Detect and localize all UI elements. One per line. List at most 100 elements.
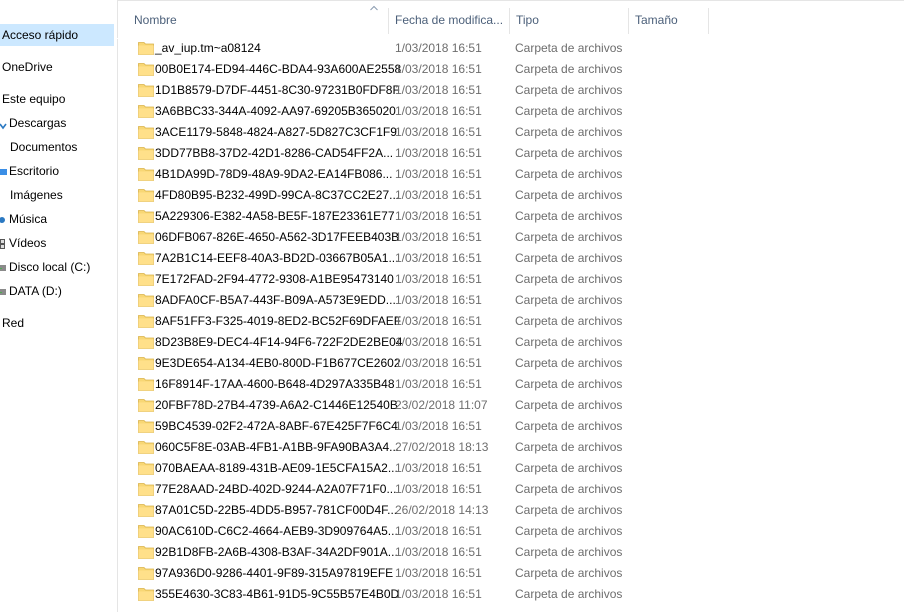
sidebar-item[interactable]: Música — [0, 208, 47, 230]
table-row[interactable]: 3DD77BB8-37D2-42D1-8286-CAD54FF2A... 1/03… — [117, 143, 904, 164]
folder-icon — [138, 440, 154, 454]
file-date: 1/03/2018 16:51 — [395, 482, 482, 496]
sidebar-item[interactable]: Vídeos — [0, 232, 46, 254]
column-header-size[interactable]: Tamaño — [629, 8, 709, 36]
file-name[interactable]: 92B1D8FB-2A6B-4308-B3AF-34A2DF901A... — [155, 542, 398, 563]
file-type: Carpeta de archivos — [515, 377, 623, 391]
file-name[interactable]: 4FD80B95-B232-499D-99CA-8C37CC2E27... — [155, 185, 399, 206]
table-row[interactable]: 355E4630-3C83-4B61-91D5-9C55B57E4B0D 1/03… — [117, 584, 904, 605]
file-name[interactable]: 00B0E174-ED94-446C-BDA4-93A600AE2558 — [155, 59, 401, 80]
file-date: 1/03/2018 16:51 — [395, 587, 482, 601]
sidebar-item[interactable]: Acceso rápido — [0, 24, 114, 46]
file-name[interactable]: 060C5F8E-03AB-4FB1-A1BB-9FA90BA3A4... — [155, 437, 399, 458]
table-row[interactable]: 4FD80B95-B232-499D-99CA-8C37CC2E27... 1/0… — [117, 185, 904, 206]
table-row[interactable]: 070BAEAA-8189-431B-AE09-1E5CFA15A2... 1/0… — [117, 458, 904, 479]
table-row[interactable]: 1D1B8579-D7DF-4451-8C30-97231B0FDF8F 1/03… — [117, 80, 904, 101]
file-date: 1/03/2018 16:51 — [395, 83, 482, 97]
file-type: Carpeta de archivos — [515, 314, 623, 328]
file-date: 1/03/2018 16:51 — [395, 167, 482, 181]
table-row[interactable]: 7A2B1C14-EEF8-40A3-BD2D-03667B05A1... 1/0… — [117, 248, 904, 269]
table-row[interactable]: 9E3DE654-A134-4EB0-800D-F1B677CE2602 1/03… — [117, 353, 904, 374]
table-row[interactable]: 92B1D8FB-2A6B-4308-B3AF-34A2DF901A... 1/0… — [117, 542, 904, 563]
file-date: 1/03/2018 16:51 — [395, 566, 482, 580]
column-divider[interactable] — [708, 8, 709, 34]
file-type: Carpeta de archivos — [515, 398, 623, 412]
file-date: 1/03/2018 16:51 — [395, 125, 482, 139]
file-name[interactable]: 7E172FAD-2F94-4772-9308-A1BE95473140 — [155, 269, 394, 290]
table-row[interactable]: 5A229306-E382-4A58-BE5F-187E23361E77 1/03… — [117, 206, 904, 227]
sidebar-item[interactable]: Este equipo — [0, 88, 65, 110]
table-row[interactable]: 90AC610D-C6C2-4664-AEB9-3D909764A5... 1/0… — [117, 521, 904, 542]
table-row[interactable]: 00B0E174-ED94-446C-BDA4-93A600AE2558 1/03… — [117, 59, 904, 80]
file-date: 1/03/2018 16:51 — [395, 272, 482, 286]
file-type: Carpeta de archivos — [515, 251, 623, 265]
file-name[interactable]: 355E4630-3C83-4B61-91D5-9C55B57E4B0D — [155, 584, 399, 605]
file-name[interactable]: 7A2B1C14-EEF8-40A3-BD2D-03667B05A1... — [155, 248, 398, 269]
file-type: Carpeta de archivos — [515, 230, 623, 244]
table-row[interactable]: 3ACE1179-5848-4824-A827-5D827C3CF1F9 1/03… — [117, 122, 904, 143]
file-name[interactable]: 8AF51FF3-F325-4019-8ED2-BC52F69DFAEF — [155, 311, 401, 332]
file-name[interactable]: 06DFB067-826E-4650-A562-3D17FEEB403B — [155, 227, 399, 248]
file-name[interactable]: 3DD77BB8-37D2-42D1-8286-CAD54FF2A... — [155, 143, 393, 164]
table-row[interactable]: 77E28AAD-24BD-402D-9244-A2A07F71F0... 1/0… — [117, 479, 904, 500]
file-name[interactable]: 8D23B8E9-DEC4-4F14-94F6-722F2DE2BE04 — [155, 332, 402, 353]
folder-icon — [138, 125, 154, 139]
file-name[interactable]: 1D1B8579-D7DF-4451-8C30-97231B0FDF8F — [155, 80, 400, 101]
table-row[interactable]: 7E172FAD-2F94-4772-9308-A1BE95473140 1/03… — [117, 269, 904, 290]
file-name[interactable]: 87A01C5D-22B5-4DD5-B957-781CF00D4F... — [155, 500, 397, 521]
file-type: Carpeta de archivos — [515, 419, 623, 433]
file-name[interactable]: 3A6BBC33-344A-4092-AA97-69205B365020 — [155, 101, 396, 122]
folder-icon — [138, 419, 154, 433]
column-header-type[interactable]: Tipo — [510, 8, 628, 36]
sidebar-item-label: Acceso rápido — [2, 28, 79, 42]
file-name[interactable]: 97A936D0-9286-4401-9F89-315A97819EFE — [155, 563, 393, 584]
sidebar-item[interactable]: Documentos — [0, 136, 77, 158]
table-row[interactable]: 060C5F8E-03AB-4FB1-A1BB-9FA90BA3A4... 27/… — [117, 437, 904, 458]
file-name[interactable]: 3ACE1179-5848-4824-A827-5D827C3CF1F9 — [155, 122, 397, 143]
file-name[interactable]: _av_iup.tm~a08124 — [155, 38, 261, 59]
sidebar-item[interactable]: Imágenes — [0, 184, 63, 206]
file-name[interactable]: 4B1DA99D-78D9-48A9-9DA2-EA14FB086... — [155, 164, 392, 185]
file-name[interactable]: 20FBF78D-27B4-4739-A6A2-C1446E12540B — [155, 395, 398, 416]
table-row[interactable]: 8ADFA0CF-B5A7-443F-B09A-A573E9EDD... 1/03… — [117, 290, 904, 311]
sidebar-item[interactable]: Escritorio — [0, 160, 59, 182]
file-date: 1/03/2018 16:51 — [395, 62, 482, 76]
table-row[interactable]: 06DFB067-826E-4650-A562-3D17FEEB403B 1/03… — [117, 227, 904, 248]
table-row[interactable]: 8D23B8E9-DEC4-4F14-94F6-722F2DE2BE04 1/03… — [117, 332, 904, 353]
file-type: Carpeta de archivos — [515, 587, 623, 601]
film-icon — [0, 236, 9, 250]
sidebar-item[interactable]: Disco local (C:) — [0, 256, 90, 278]
table-row[interactable]: 97A936D0-9286-4401-9F89-315A97819EFE 1/03… — [117, 563, 904, 584]
sort-ascending-icon — [370, 5, 378, 11]
column-header-date[interactable]: Fecha de modifica... — [389, 8, 509, 36]
file-name[interactable]: 77E28AAD-24BD-402D-9244-A2A07F71F0... — [155, 479, 396, 500]
file-date: 1/03/2018 16:51 — [395, 461, 482, 475]
sidebar-item[interactable]: OneDrive — [0, 56, 53, 78]
file-name[interactable]: 16F8914F-17AA-4600-B648-4D297A335B48 — [155, 374, 395, 395]
file-name[interactable]: 8ADFA0CF-B5A7-443F-B09A-A573E9EDD... — [155, 290, 396, 311]
sidebar-item[interactable]: Descargas — [0, 112, 66, 134]
file-date: 1/03/2018 16:51 — [395, 209, 482, 223]
file-name[interactable]: 5A229306-E382-4A58-BE5F-187E23361E77 — [155, 206, 395, 227]
file-name[interactable]: 59BC4539-02F2-472A-8ABF-67E425F7F6C4 — [155, 416, 398, 437]
table-row[interactable]: 87A01C5D-22B5-4DD5-B957-781CF00D4F... 26/… — [117, 500, 904, 521]
file-name[interactable]: 90AC610D-C6C2-4664-AEB9-3D909764A5... — [155, 521, 398, 542]
folder-icon — [138, 503, 154, 517]
drive-icon — [0, 260, 9, 274]
file-name[interactable]: 070BAEAA-8189-431B-AE09-1E5CFA15A2... — [155, 458, 398, 479]
table-row[interactable]: 59BC4539-02F2-472A-8ABF-67E425F7F6C4 1/03… — [117, 416, 904, 437]
sidebar-item[interactable]: Red — [0, 312, 24, 334]
table-row[interactable]: 3A6BBC33-344A-4092-AA97-69205B365020 1/03… — [117, 101, 904, 122]
table-row[interactable]: _av_iup.tm~a08124 1/03/2018 16:51 Carpeta … — [117, 38, 904, 59]
table-row[interactable]: 4B1DA99D-78D9-48A9-9DA2-EA14FB086... 1/03… — [117, 164, 904, 185]
file-name[interactable]: 9E3DE654-A134-4EB0-800D-F1B677CE2602 — [155, 353, 401, 374]
column-header-name[interactable]: Nombre — [128, 8, 288, 36]
sidebar-item-label: Documentos — [10, 140, 78, 154]
file-date: 1/03/2018 16:51 — [395, 335, 482, 349]
sidebar-item[interactable]: DATA (D:) — [0, 280, 62, 302]
table-row[interactable]: 16F8914F-17AA-4600-B648-4D297A335B48 1/03… — [117, 374, 904, 395]
folder-icon — [138, 62, 154, 76]
table-row[interactable]: 20FBF78D-27B4-4739-A6A2-C1446E12540B 23/0… — [117, 395, 904, 416]
file-date: 1/03/2018 16:51 — [395, 356, 482, 370]
table-row[interactable]: 8AF51FF3-F325-4019-8ED2-BC52F69DFAEF 1/03… — [117, 311, 904, 332]
